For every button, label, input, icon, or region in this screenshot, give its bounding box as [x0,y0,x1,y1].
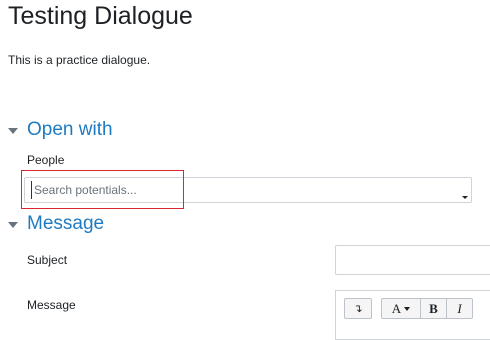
people-search-field[interactable] [24,177,472,203]
message-label: Message [27,298,76,312]
bold-icon: B [429,300,438,316]
section-title-open-with: Open with [27,119,113,140]
expand-icon: ↴ [353,302,363,315]
message-editor[interactable]: ↴ A B I [335,290,490,340]
font-style-icon: A [391,300,402,316]
dropdown-arrow-icon[interactable] [462,196,468,199]
intro-text: This is a practice dialogue. [8,53,151,67]
section-header-message[interactable]: Message [8,212,104,236]
caret-down-icon [8,127,18,134]
toolbar-expand-button[interactable]: ↴ [344,298,372,319]
people-label: People [27,153,65,167]
caret-down-icon [8,221,18,228]
search-potentials-input[interactable] [31,181,434,199]
section-header-open-with[interactable]: Open with [8,118,113,142]
subject-input[interactable] [335,245,490,275]
italic-icon: I [457,300,462,316]
toolbar-format-group: A B I [381,298,473,319]
page-title: Testing Dialogue [8,2,193,30]
font-style-button[interactable]: A [381,298,421,319]
italic-button[interactable]: I [447,298,473,319]
chevron-down-icon [404,306,411,311]
section-title-message: Message [27,213,105,234]
subject-label: Subject [27,253,68,267]
editor-toolbar: ↴ A B I [344,298,473,319]
bold-button[interactable]: B [421,298,447,319]
